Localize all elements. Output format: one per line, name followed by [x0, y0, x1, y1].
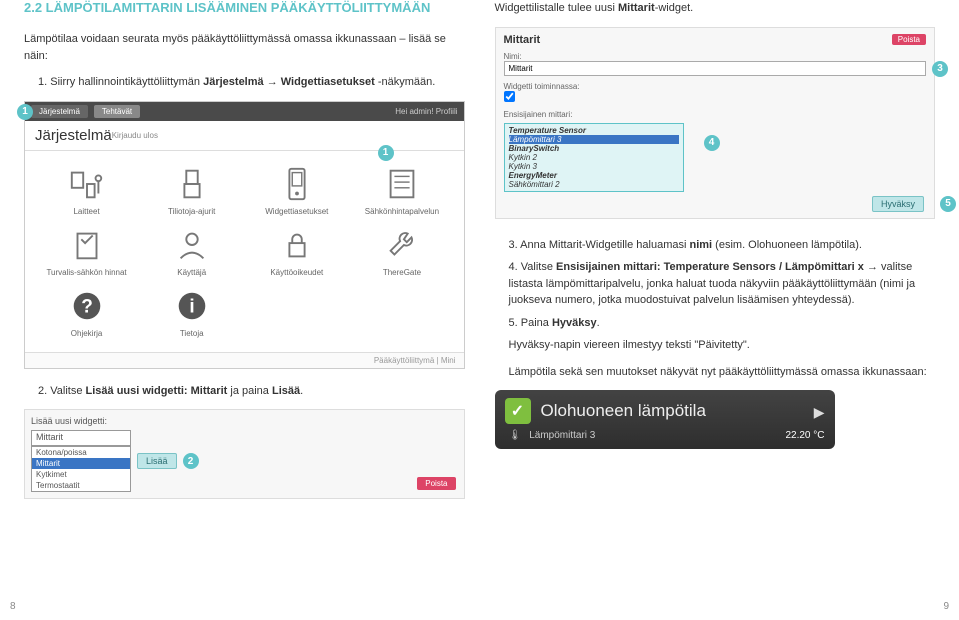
sys-item-laitteet[interactable]: Laitteet [39, 165, 134, 216]
add-widget-label: Lisää uusi widgetti: [31, 416, 458, 426]
sys-item-theregate[interactable]: ThereGate [354, 226, 449, 277]
result-widget[interactable]: ✓ Olohuoneen lämpötila ▶ 🌡 Lämpömittari … [495, 390, 835, 449]
step-4: 4. Valitse Ensisijainen mittari: Tempera… [509, 259, 936, 309]
right-intro: Widgettilistalle tulee uusi Mittarit-wid… [495, 0, 936, 17]
callout-2: 2 [183, 453, 199, 469]
user-icon [173, 226, 211, 264]
widget-select[interactable]: Mittarit [31, 430, 131, 446]
name-input[interactable] [504, 61, 927, 76]
phone-icon [278, 165, 316, 203]
widget-title: Mittarit [504, 34, 541, 46]
panel-topbar: Järjestelmä Tehtävät Hei admin! Profiili [25, 102, 464, 121]
running-label: Widgetti toiminnassa: [504, 82, 927, 91]
result-subtitle: Lämpömittari 3 [529, 430, 595, 441]
page-number-right: 9 [943, 601, 949, 612]
callout-4: 4 [704, 135, 720, 151]
sys-item-saved-prices[interactable]: Turvalis-sähkön hinnat [39, 226, 134, 277]
tab-jarjestelma[interactable]: Järjestelmä [31, 105, 88, 118]
name-label: Nimi: [504, 52, 927, 61]
panel-title: Järjestelmä [35, 127, 112, 144]
callout-5: 5 [940, 196, 956, 212]
step-1: 1. Siirry hallinnointikäyttöliittymän Jä… [38, 74, 465, 91]
logout-link[interactable]: Kirjaudu ulos [112, 131, 454, 140]
svg-text:i: i [189, 296, 194, 317]
sensor-select-box[interactable]: Temperature Sensor Lämpömittari 3 Binary… [504, 123, 684, 192]
sys-item-widgetsettings[interactable]: Widgettiasetukset [249, 165, 344, 216]
add-widget-panel: Lisää uusi widgetti: Mittarit Kotona/poi… [24, 409, 465, 499]
chevron-right-icon[interactable]: ▶ [814, 404, 825, 421]
widget-delete-button[interactable]: Poista [892, 34, 926, 45]
approve-button[interactable]: Hyväksy [872, 196, 924, 212]
devices-icon [68, 165, 106, 203]
section-title: 2.2 LÄMPÖTILAMITTARIN LISÄÄMINEN PÄÄKÄYT… [24, 0, 465, 15]
widget-options[interactable]: Kotona/poissa Mittarit Kytkimet Termosta… [31, 446, 131, 492]
sys-item-user[interactable]: Käyttäjä [144, 226, 239, 277]
sys-item-permissions[interactable]: Käyttöoikeudet [249, 226, 344, 277]
post-step5-note: Hyväksy-napin viereen ilmestyy teksti "P… [509, 337, 936, 354]
thermometer-icon: 🌡 [509, 430, 522, 441]
panel-footer[interactable]: Pääkäyttöliittymä | Mini [25, 352, 464, 368]
admin-system-panel: 1 Järjestelmä Tehtävät Hei admin! Profii… [24, 101, 465, 369]
callout-1a: 1 [17, 104, 33, 120]
post-step6-note: Lämpötila sekä sen muutokset näkyvät nyt… [509, 364, 936, 381]
running-checkbox[interactable] [504, 91, 515, 102]
add-button[interactable]: Lisää [137, 453, 177, 469]
sys-item-about[interactable]: i Tietoja [144, 287, 239, 338]
info-icon: i [173, 287, 211, 325]
sys-item-drivers[interactable]: Tiliotoja-ajurit [144, 165, 239, 216]
usb-icon [173, 165, 211, 203]
step-3: 3. Anna Mittarit-Widgetille haluamasi ni… [509, 237, 936, 254]
step-5: 5. Paina Hyväksy. [509, 315, 936, 332]
question-icon: ? [68, 287, 106, 325]
list-icon [383, 165, 421, 203]
callout-3: 3 [932, 61, 948, 77]
step-2: 2. Valitse Lisää uusi widgetti: Mittarit… [38, 383, 465, 400]
check-icon: ✓ [505, 398, 531, 424]
primary-meter-label: Ensisijainen mittari: [504, 110, 927, 119]
wrench-icon [383, 226, 421, 264]
tab-tehtavat[interactable]: Tehtävät [94, 105, 140, 118]
topbar-profile[interactable]: Hei admin! Profiili [395, 107, 457, 116]
clipboard-icon [68, 226, 106, 264]
delete-button[interactable]: Poista [417, 477, 455, 490]
sys-item-manual[interactable]: ? Ohjekirja [39, 287, 134, 338]
result-title: Olohuoneen lämpötila [541, 401, 706, 421]
svg-text:?: ? [81, 296, 93, 317]
intro-paragraph: Lämpötilaa voidaan seurata myös pääkäytt… [24, 31, 465, 64]
result-value: 22.20 °C [785, 430, 824, 441]
sys-item-pricesvc[interactable]: Sähkönhintapalvelun [354, 165, 449, 216]
lock-icon [278, 226, 316, 264]
callout-1b: 1 [378, 145, 394, 161]
page-number-left: 8 [10, 601, 16, 612]
widget-config-panel: Mittarit Poista Nimi: 3 Widgetti toiminn… [495, 27, 936, 219]
